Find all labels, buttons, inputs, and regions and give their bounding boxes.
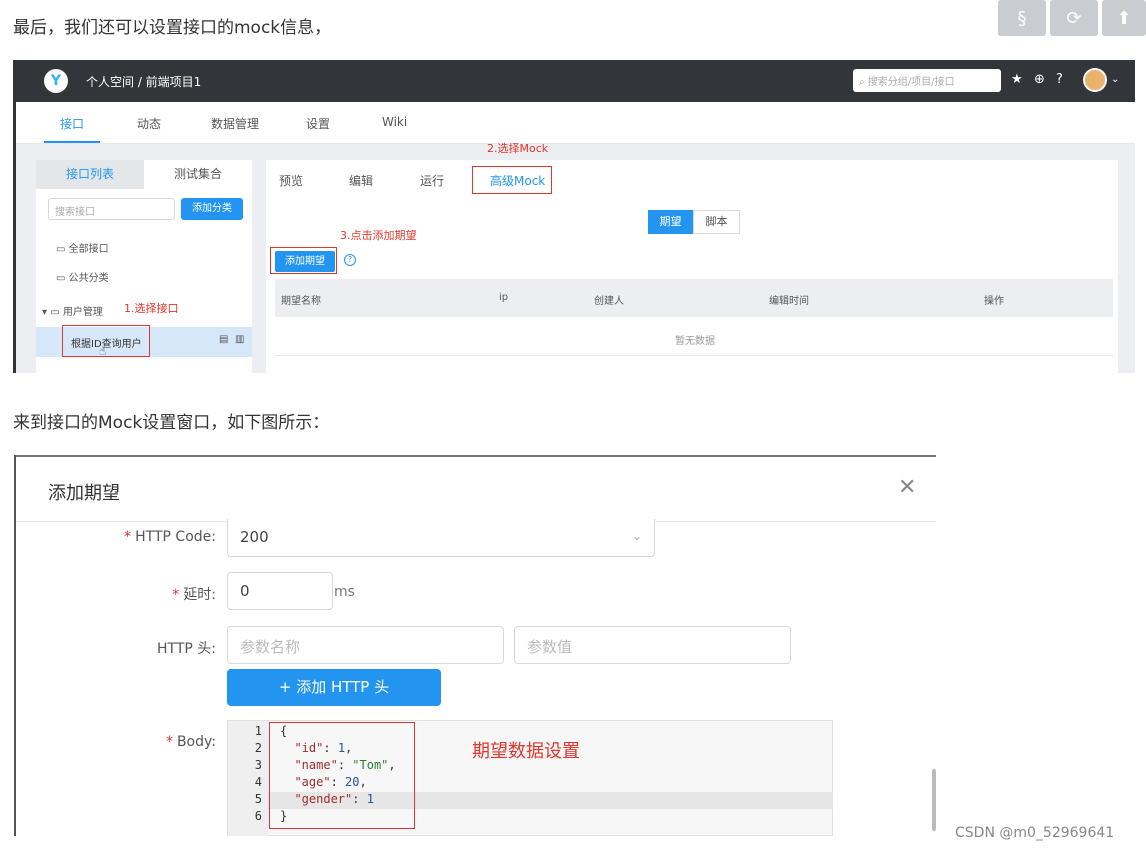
active-tab-indicator — [44, 141, 100, 143]
tab-interface[interactable]: 接口 — [60, 115, 84, 132]
section-icon: § — [1017, 7, 1027, 29]
tab-data-management[interactable]: 数据管理 — [211, 115, 259, 132]
yapi-logo-icon: Y — [44, 69, 68, 93]
tree-item-user-management[interactable]: ▾ ▭ 用户管理 — [42, 303, 103, 318]
annotation-box-body — [269, 722, 415, 829]
line-number: 2 — [254, 741, 262, 755]
delay-label-text: 延时 — [183, 587, 212, 603]
http-code-value: 200 — [240, 528, 269, 546]
http-code-select[interactable]: 200 ⌄ — [227, 519, 655, 557]
caret-down-icon: ▾ — [42, 307, 51, 318]
annotation-box-add — [270, 247, 337, 274]
segment-script[interactable]: 脚本 — [693, 210, 740, 234]
modal-top-border — [16, 455, 936, 457]
folder-icon: ▭ — [56, 273, 69, 284]
refresh-button[interactable]: ⟳ — [1050, 0, 1098, 36]
tree-item-label: 用户管理 — [62, 307, 103, 318]
top-bar: Y 个人空间 / 前端项目1 ⌕ 搜索分组/项目/接口 ★ ⊕ ? ⌄ — [16, 60, 1135, 102]
delete-icon[interactable]: ▥ — [235, 334, 244, 345]
tab-test-collection[interactable]: 测试集合 — [144, 160, 252, 189]
screenshot-yapi-interface: Y 个人空间 / 前端项目1 ⌕ 搜索分组/项目/接口 ★ ⊕ ? ⌄ 接口 动… — [13, 60, 1135, 373]
copy-icon[interactable]: ▤ — [219, 334, 228, 345]
http-header-label-text: HTTP 头 — [157, 641, 212, 657]
table-header: 期望名称 ip 创建人 编辑时间 操作 — [275, 279, 1113, 317]
column-header: ip — [499, 292, 509, 303]
body-label: * Body: — [165, 734, 216, 750]
tab-edit[interactable]: 编辑 — [349, 172, 373, 189]
delay-label: * 延时: — [172, 587, 216, 603]
section-button[interactable]: § — [998, 0, 1046, 36]
breadcrumb: 个人空间 / 前端项目1 — [86, 75, 202, 89]
refresh-icon: ⟳ — [1066, 7, 1082, 29]
tab-activity[interactable]: 动态 — [137, 115, 161, 132]
header-name-input[interactable]: 参数名称 — [227, 626, 504, 664]
header-value-input[interactable]: 参数值 — [514, 626, 791, 664]
question-icon[interactable]: ? — [344, 254, 356, 266]
tab-wiki[interactable]: Wiki — [382, 115, 407, 129]
interface-search-input[interactable]: 搜索接口 — [48, 198, 175, 220]
add-http-header-button[interactable]: + 添加 HTTP 头 — [227, 669, 441, 706]
avatar[interactable] — [1083, 68, 1107, 92]
line-number: 6 — [254, 809, 262, 823]
tree-item-label: 全部接口 — [68, 244, 109, 255]
http-code-label-text: HTTP Code — [135, 529, 212, 545]
body-label-text: Body — [176, 734, 212, 750]
annotation-expected-data: 期望数据设置 — [472, 741, 580, 762]
global-search-input[interactable]: ⌕ 搜索分组/项目/接口 — [853, 69, 1001, 92]
table-divider — [275, 355, 1113, 356]
required-marker: * — [124, 529, 132, 545]
add-category-button[interactable]: 添加分类 — [181, 198, 243, 220]
column-header: 创建人 — [594, 296, 624, 307]
required-marker: * — [172, 587, 180, 603]
tab-interface-list[interactable]: 接口列表 — [36, 160, 144, 189]
tree-item-public[interactable]: ▭ 公共分类 — [56, 269, 109, 284]
folder-icon: ▭ — [50, 307, 63, 318]
required-marker: * — [165, 734, 173, 750]
tree-item-all[interactable]: ▭ 全部接口 — [56, 240, 109, 255]
delay-unit: ms — [334, 584, 355, 600]
add-circle-icon[interactable]: ⊕ — [1034, 72, 1045, 87]
chevron-down-icon[interactable]: ⌄ — [1111, 74, 1119, 85]
tab-run[interactable]: 运行 — [420, 172, 444, 189]
line-number: 1 — [254, 724, 262, 738]
http-code-label: * HTTP Code: — [124, 529, 216, 545]
empty-table-text: 暂无数据 — [675, 336, 715, 347]
annotation-box-mock — [472, 166, 552, 194]
project-nav-tabs: 接口 动态 数据管理 设置 Wiki — [16, 102, 1135, 144]
csdn-watermark: CSDN @m0_52969641 — [955, 825, 1115, 841]
segment-expectation[interactable]: 期望 — [648, 210, 693, 234]
modal-scrollbar[interactable] — [932, 769, 936, 831]
arrow-up-icon: ⬆ — [1116, 7, 1132, 29]
column-header: 操作 — [984, 296, 1004, 307]
interface-detail-panel: 预览 编辑 运行 高级Mock 期望 脚本 添加期望 ? 期望名称 ip 创建人… — [266, 160, 1118, 373]
modal-title: 添加期望 — [48, 483, 120, 504]
annotation-step1: 1.选择接口 — [124, 302, 179, 315]
annotation-step2: 2.选择Mock — [487, 142, 549, 155]
line-number: 4 — [254, 775, 262, 789]
line-number: 3 — [254, 758, 262, 772]
line-number: 5 — [254, 792, 262, 806]
http-header-label: HTTP 头: — [157, 641, 216, 657]
star-icon[interactable]: ★ — [1011, 72, 1023, 87]
tab-preview[interactable]: 预览 — [279, 172, 303, 189]
annotation-box-api — [62, 325, 150, 357]
delay-input[interactable]: 0 — [227, 572, 333, 610]
column-header: 期望名称 — [281, 296, 321, 307]
article-paragraph-2: 来到接口的Mock设置窗口，如下图所示： — [13, 413, 330, 433]
article-paragraph-1: 最后，我们还可以设置接口的mock信息， — [13, 18, 332, 38]
tab-settings[interactable]: 设置 — [306, 115, 330, 132]
tree-item-label: 公共分类 — [68, 273, 109, 284]
back-to-top-button[interactable]: ⬆ — [1102, 0, 1146, 36]
annotation-step3: 3.点击添加期望 — [340, 229, 417, 242]
screenshot-add-expectation-modal: 添加期望 ✕ * HTTP Code: 200 ⌄ * 延时: 0 ms HTTP 头… — [14, 455, 936, 836]
global-search-placeholder: 搜索分组/项目/接口 — [867, 77, 955, 88]
column-header: 编辑时间 — [769, 296, 809, 307]
close-icon[interactable]: ✕ — [898, 475, 916, 500]
help-icon[interactable]: ? — [1056, 72, 1063, 87]
folder-icon: ▭ — [56, 244, 69, 255]
chevron-down-icon: ⌄ — [631, 529, 642, 543]
